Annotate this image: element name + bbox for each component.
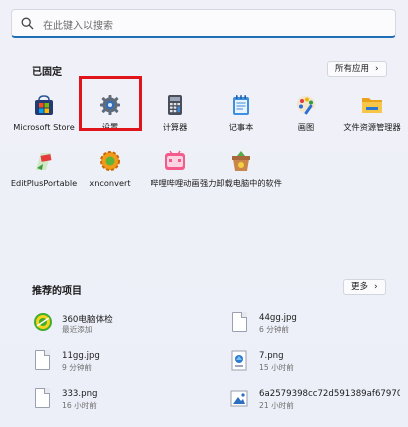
file-icon bbox=[33, 350, 51, 372]
more-button[interactable]: 更多 › bbox=[343, 279, 386, 295]
item-time: 15 小时前 bbox=[259, 363, 294, 372]
app-calculator[interactable]: 计算器 bbox=[139, 94, 211, 146]
app-paint[interactable]: 画图 bbox=[270, 94, 342, 146]
uninstaller-icon bbox=[232, 151, 250, 171]
editplus-icon bbox=[36, 153, 52, 170]
app-label: 文件资源管理器 bbox=[343, 122, 401, 132]
paint-icon bbox=[296, 96, 316, 115]
xnconvert-icon bbox=[100, 151, 120, 171]
item-name: 44gg.jpg bbox=[259, 313, 297, 323]
app-label: 强力卸载电脑中的软件 bbox=[200, 178, 282, 188]
all-apps-label: 所有应用 bbox=[335, 64, 370, 74]
file-explorer-icon bbox=[362, 98, 382, 113]
recommended-title: 推荐的项目 bbox=[32, 286, 82, 297]
file-icon bbox=[230, 312, 248, 334]
image-file-icon bbox=[231, 350, 247, 371]
more-label: 更多 bbox=[351, 282, 369, 292]
item-name: 333.png bbox=[62, 389, 98, 399]
app-editplus[interactable]: EditPlusPortable bbox=[8, 150, 80, 202]
item-name: 11gg.jpg bbox=[62, 351, 100, 361]
recommended-item[interactable]: 44gg.jpg 6 分钟前 bbox=[230, 312, 400, 338]
pinned-title: 已固定 bbox=[32, 67, 62, 78]
app-settings[interactable]: 设置 bbox=[74, 94, 146, 146]
calculator-icon bbox=[168, 95, 182, 115]
chevron-right-icon: › bbox=[375, 64, 379, 74]
app-uninstaller[interactable]: 强力卸载电脑中的软件 bbox=[200, 150, 282, 202]
microsoft-store-icon bbox=[35, 95, 53, 115]
item-time: 最近添加 bbox=[62, 325, 93, 334]
settings-gear-icon bbox=[100, 95, 120, 115]
item-time: 9 分钟前 bbox=[62, 363, 93, 372]
chevron-right-icon: › bbox=[374, 282, 378, 292]
search-box[interactable]: 在此键入以搜索 bbox=[11, 9, 396, 38]
search-placeholder: 在此键入以搜索 bbox=[43, 21, 113, 32]
search-icon bbox=[21, 17, 34, 30]
recommended-item[interactable]: 333.png 16 小时前 bbox=[33, 388, 208, 414]
recommended-item[interactable]: 7.png 15 小时前 bbox=[230, 350, 400, 376]
notepad-icon bbox=[233, 95, 249, 115]
start-menu-panel: 在此键入以搜索 已固定 所有应用 › Microsoft Store 设置 计算… bbox=[0, 0, 408, 427]
item-time: 6 分钟前 bbox=[259, 325, 290, 334]
item-name: 7.png bbox=[259, 351, 284, 361]
app-file-explorer[interactable]: 文件资源管理器 bbox=[336, 94, 408, 146]
360-icon bbox=[34, 313, 52, 331]
app-notepad[interactable]: 记事本 bbox=[205, 94, 277, 146]
app-microsoft-store[interactable]: Microsoft Store bbox=[8, 94, 80, 146]
recommended-item[interactable]: 360电脑体检 最近添加 bbox=[33, 312, 208, 338]
file-icon bbox=[33, 388, 51, 410]
item-time: 16 小时前 bbox=[62, 401, 97, 410]
item-name: 6a2579398cc72d591389af679703f3... bbox=[259, 389, 400, 399]
image-file-icon bbox=[230, 390, 248, 407]
recommended-item[interactable]: 11gg.jpg 9 分钟前 bbox=[33, 350, 208, 376]
all-apps-button[interactable]: 所有应用 › bbox=[327, 61, 387, 77]
bilibili-icon bbox=[165, 150, 185, 170]
app-bilibili[interactable]: 哔哩哔哩动画 bbox=[139, 150, 211, 202]
recommended-item[interactable]: 6a2579398cc72d591389af679703f3... 21 小时前 bbox=[230, 388, 400, 414]
app-xnconvert[interactable]: xnconvert bbox=[74, 150, 146, 202]
item-time: 21 小时前 bbox=[259, 401, 294, 410]
